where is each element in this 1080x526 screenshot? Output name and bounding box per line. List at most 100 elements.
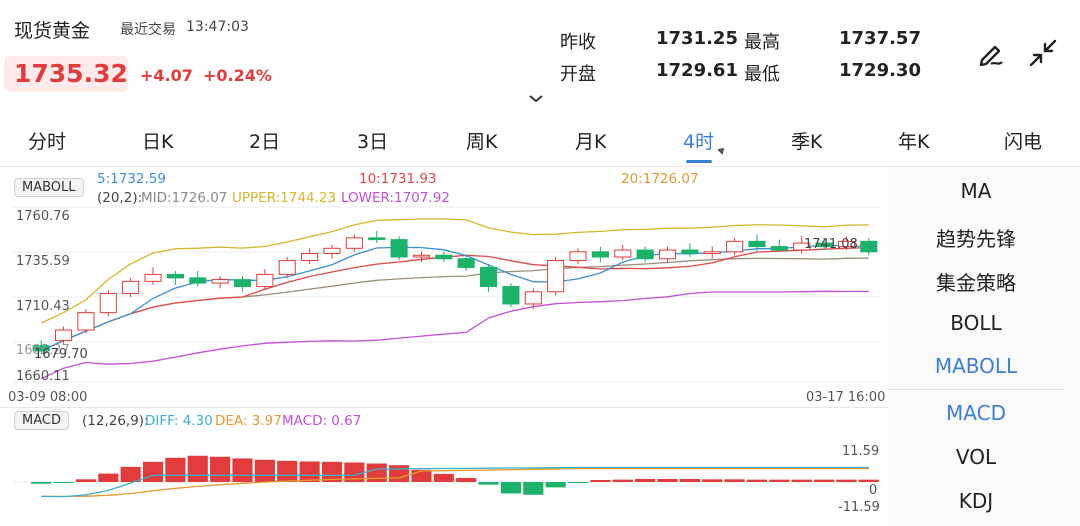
macd-bar [657,478,678,482]
period-tabs: 分时 日K 2日 3日 周K 月K 4时 季K 年K 闪电 [0,115,1080,167]
low-label: 最低 [744,64,780,85]
prev-close-value: 1731.25 [656,28,738,49]
candle-body[interactable] [435,254,453,260]
candle-body[interactable] [55,329,73,341]
y-label-top: 1760.76 [16,209,70,224]
candle-body[interactable] [412,254,431,258]
macd-chart[interactable] [0,435,888,526]
candle-body[interactable] [547,259,565,293]
y-label-2: 1735.59 [16,254,70,269]
ma10-line [40,246,869,352]
x-label-start: 03-09 08:00 [8,390,88,405]
candle-body[interactable] [166,273,184,279]
candle-body[interactable] [144,273,162,282]
candle-body[interactable] [860,240,878,253]
expand-chevron-icon[interactable] [528,90,544,103]
candle-body[interactable] [211,279,229,284]
macd-bar [433,473,454,482]
macd-bar [478,482,499,485]
candle-body[interactable] [122,280,140,295]
candle-body[interactable] [189,277,207,284]
kline-chart-area[interactable]: MABOLL 5:1732.59 10:1731.93 20:1726.07 (… [0,167,888,526]
candle-body[interactable] [256,273,274,288]
candle-body[interactable] [524,291,542,305]
candle-body[interactable] [748,240,766,248]
side-item-kdj[interactable]: KDJ [888,489,1064,513]
candle-body[interactable] [345,237,363,249]
macd-bar [500,482,521,494]
macd-bar [254,459,275,482]
macd-bar [366,463,387,482]
macd-bar [590,479,611,482]
boll-upper-line [40,218,869,324]
candle-body[interactable] [703,251,721,255]
side-item-boll[interactable]: BOLL [888,311,1064,335]
tab-daily-k[interactable]: 日K [142,127,173,154]
candle-body[interactable] [368,237,386,241]
macd-bar [389,465,410,482]
side-item-trend-pioneer[interactable]: 趋势先锋 [888,223,1064,252]
macd-bar [98,473,119,482]
macd-bar [746,479,768,482]
tab-dropdown-icon [717,145,727,155]
tab-quarterly-k[interactable]: 季K [791,127,822,154]
macd-bar [142,461,164,482]
side-item-maboll[interactable]: MABOLL [888,354,1064,378]
candle-body[interactable] [99,293,117,314]
candle-body[interactable] [681,249,699,255]
macd-bar [456,477,477,482]
side-item-macd[interactable]: MACD [888,401,1064,425]
candle-body[interactable] [301,253,319,261]
side-item-vol[interactable]: VOL [888,445,1064,469]
candle-body[interactable] [480,266,498,288]
tab-yearly-k[interactable]: 年K [898,127,929,154]
candle-body[interactable] [726,240,744,253]
candle-body[interactable] [390,239,408,258]
macd-bar [31,482,52,484]
macd-bar [545,482,566,488]
current-price: 1735.32 [14,59,128,88]
candle-body[interactable] [278,259,296,275]
tab-3-day[interactable]: 3日 [357,127,388,154]
candle-body[interactable] [502,286,520,305]
prev-close-label: 昨收 [560,32,596,53]
candle-body[interactable] [323,247,341,255]
candle-body[interactable] [77,312,95,331]
tab-4-hour[interactable]: 4时 [683,127,714,154]
candle-body[interactable] [457,258,475,268]
side-divider [888,389,1064,390]
candle-body[interactable] [233,279,252,288]
macd-macd-value: MACD: 0.67 [282,413,362,429]
candle-body[interactable] [591,251,609,258]
tab-flash[interactable]: 闪电 [1004,127,1042,154]
tab-fenshi[interactable]: 分时 [28,127,66,154]
edit-pen-icon[interactable] [976,38,1006,68]
low-price-mark: 1679.70 [34,347,88,362]
price-change: +4.07 [140,66,193,85]
side-item-ma[interactable]: MA [888,179,1064,203]
macd-bar [791,479,812,482]
last-trade-time: 13:47:03 [186,19,249,35]
candle-body[interactable] [636,249,654,260]
y-label-3: 1710.43 [16,299,70,314]
candlestick-chart[interactable] [0,167,888,392]
candle-body[interactable] [658,249,677,260]
collapse-icon[interactable] [1028,38,1058,68]
macd-indicator-tag[interactable]: MACD [14,411,69,430]
open-label: 开盘 [560,64,596,85]
side-item-gold-strategy[interactable]: 集金策略 [888,267,1064,296]
macd-y-bottom: -11.59 [838,500,880,515]
macd-bar [702,479,723,482]
macd-dea-value: DEA: 3.97 [215,413,282,429]
candle-body[interactable] [614,249,632,258]
macd-bar [814,479,835,482]
high-value: 1737.57 [839,28,921,49]
tab-2-day[interactable]: 2日 [249,127,280,154]
candle-body[interactable] [770,246,788,251]
tab-monthly-k[interactable]: 月K [575,127,606,154]
macd-bar [769,479,790,482]
tab-weekly-k[interactable]: 周K [466,127,497,154]
candle-body[interactable] [569,251,587,261]
open-value: 1729.61 [656,60,738,81]
last-trade-label: 最近交易 [120,22,176,38]
